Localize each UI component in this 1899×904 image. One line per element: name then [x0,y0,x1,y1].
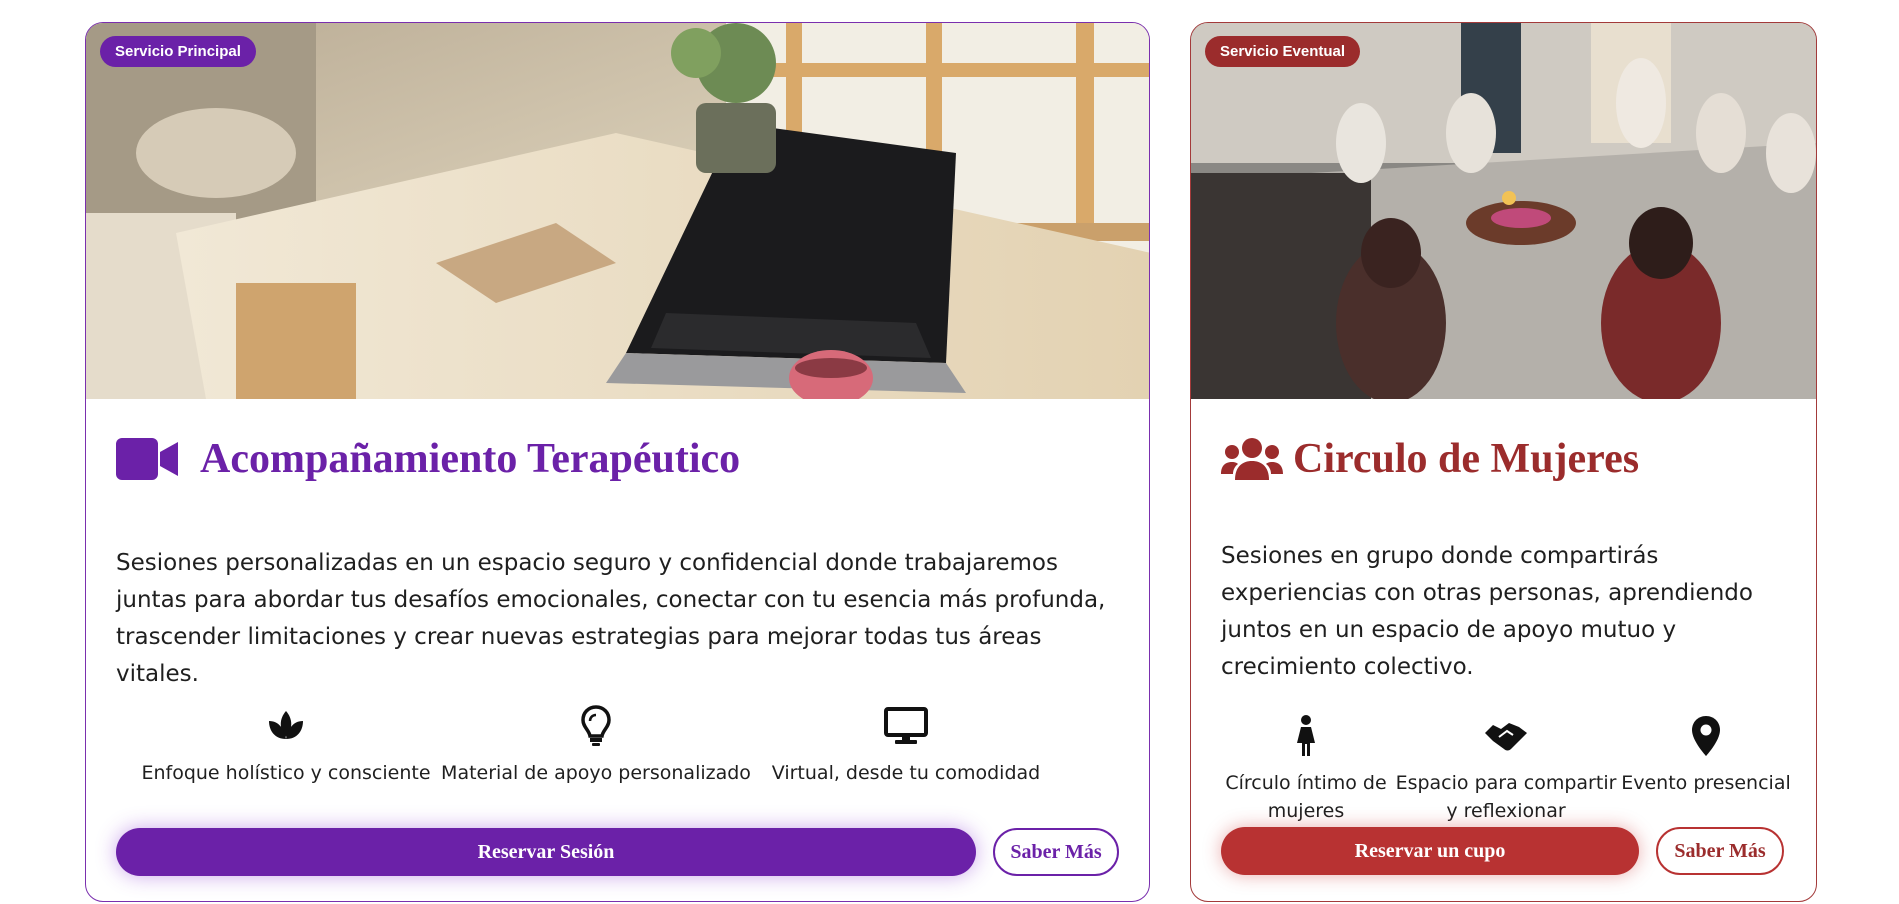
feature-item: Virtual, desde tu comodidad [756,703,1056,787]
users-icon [1221,436,1283,482]
therapy-photo [86,23,1149,399]
service-card-therapy: Servicio Principal Acompañamiento Terapé… [85,22,1150,902]
feature-item: Material de apoyo personalizado [436,703,756,787]
service-badge: Servicio Eventual [1205,36,1361,67]
card-description: Sesiones en grupo donde compartirás expe… [1221,543,1753,680]
feature-item: Espacio para compartir y reflexionar [1391,713,1621,825]
learn-more-button[interactable]: Saber Más [1656,827,1784,875]
card-heading: Circulo de Mujeres [1221,435,1639,483]
feature-item: Círculo íntimo de mujeres [1221,713,1391,825]
reserve-spot-button[interactable]: Reservar un cupo [1221,827,1639,875]
women-circle-image [1191,23,1816,399]
lightbulb-icon [581,703,611,749]
card-heading: Acompañamiento Terapéutico [116,435,740,483]
service-card-women-circle: Servicio Eventual Circulo de Mujeres Ses… [1190,22,1817,902]
map-pin-icon [1691,713,1721,759]
laptop-desk-image [86,23,1149,399]
feature-label: Material de apoyo personalizado [441,762,751,784]
card-title: Circulo de Mujeres [1293,436,1640,482]
card-title: Acompañamiento Terapéutico [200,436,741,482]
feature-label: Enfoque holístico y consciente [141,762,431,784]
women-circle-photo [1191,23,1816,399]
female-icon [1295,713,1317,759]
feature-label: Virtual, desde tu comodidad [771,762,1041,784]
feature-label: Círculo íntimo de mujeres [1225,772,1387,822]
feature-item: Evento presencial [1621,713,1791,825]
feature-item: Enfoque holístico y consciente [136,703,436,787]
card-description: Sesiones personalizadas en un espacio se… [116,550,1106,687]
handshake-icon [1483,713,1529,759]
monitor-icon [884,703,928,749]
feature-list: Círculo íntimo de mujeres Espacio para c… [1221,713,1791,825]
reserve-session-button[interactable]: Reservar Sesión [116,828,976,876]
lotus-icon [265,703,307,749]
service-badge: Servicio Principal [100,36,256,67]
learn-more-button[interactable]: Saber Más [993,828,1119,876]
feature-label: Evento presencial [1621,772,1791,794]
feature-label: Espacio para compartir y reflexionar [1395,772,1617,822]
feature-list: Enfoque holístico y consciente Material … [136,703,1106,787]
video-camera-icon [116,438,178,480]
